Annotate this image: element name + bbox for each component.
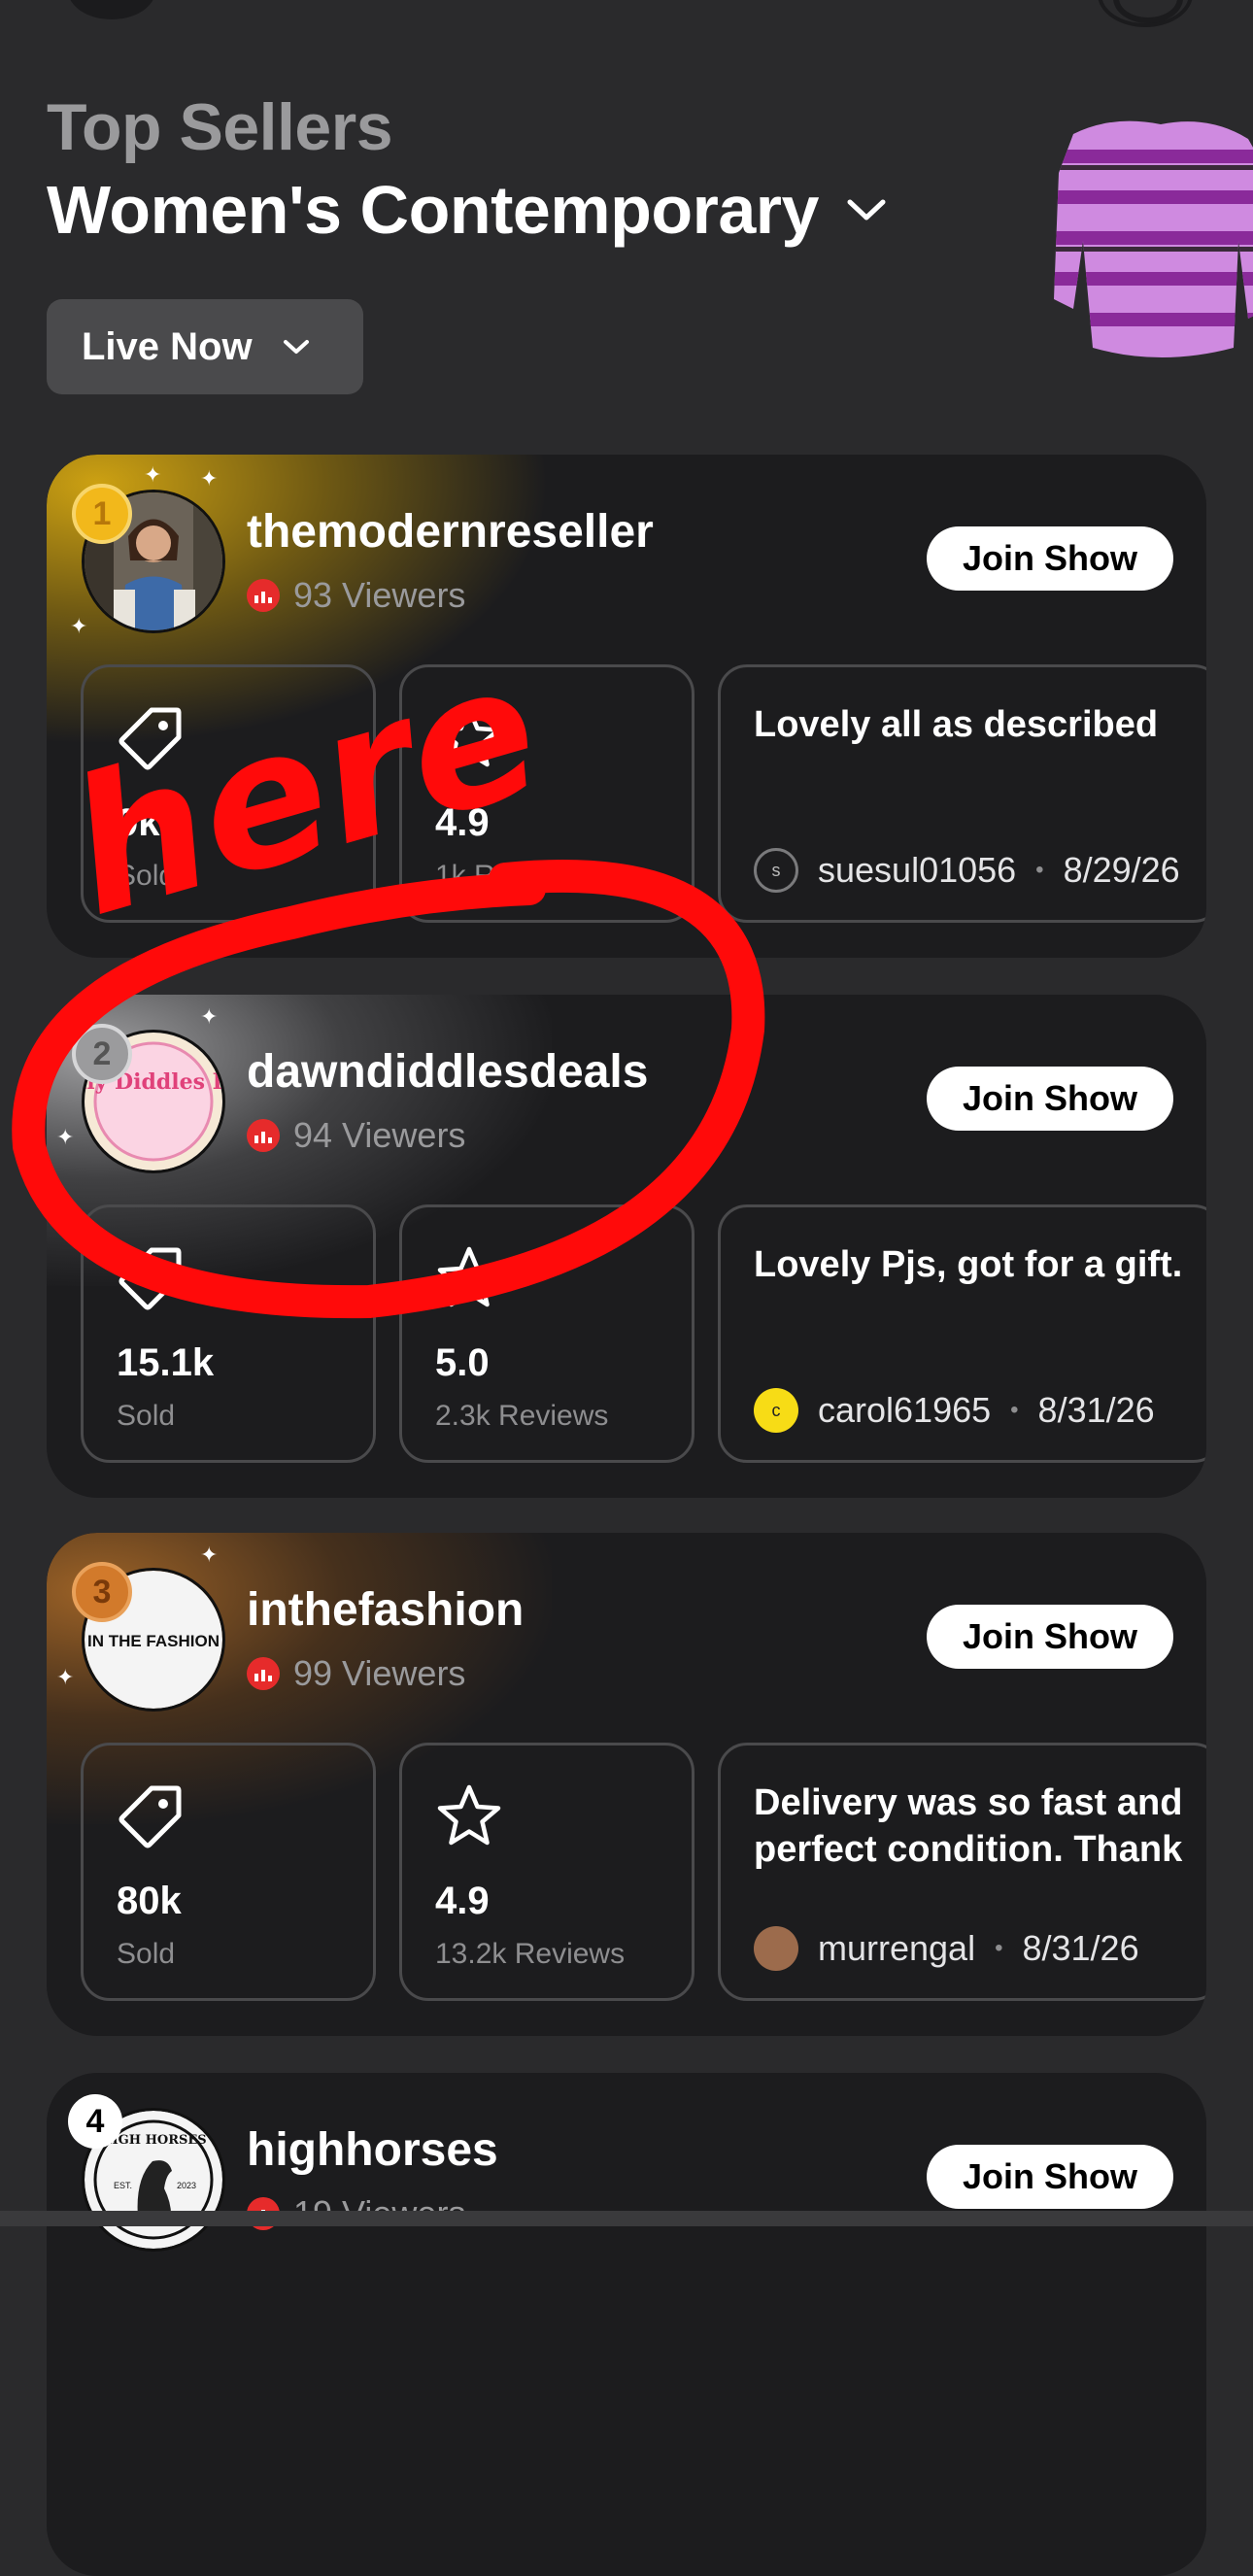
viewer-text: 99 Viewers <box>293 1653 466 1693</box>
sold-label: Sold <box>117 1938 176 1970</box>
share-button[interactable] <box>1098 0 1193 27</box>
sold-value: 15.1k <box>117 1341 215 1384</box>
seller-card[interactable]: ✦ ✦ IN THE FASHION 3 inthefashion 99 Vie… <box>47 1533 1206 2036</box>
separator-dot: • <box>1035 857 1044 883</box>
join-show-button[interactable]: Join Show <box>927 1605 1173 1669</box>
star-icon <box>437 1246 501 1307</box>
seller-name[interactable]: highhorses <box>247 2123 498 2177</box>
separator-dot: • <box>1010 1397 1019 1423</box>
rating-value: 4.9 <box>435 1880 490 1922</box>
sparkle-icon: ✦ <box>200 1004 219 1029</box>
review-text: Lovely all as described <box>754 704 1159 745</box>
chevron-down-icon <box>283 340 309 354</box>
reviewer-avatar: c <box>754 1388 798 1433</box>
review-date: 8/29/26 <box>1063 850 1180 890</box>
review-count: 1k Reviews <box>435 860 585 892</box>
sold-value: 80k <box>117 1880 182 1922</box>
join-show-button[interactable]: Join Show <box>927 526 1173 591</box>
review-author: c carol61965 • 8/31/26 <box>754 1388 1155 1433</box>
live-icon <box>247 1657 280 1690</box>
seller-name[interactable]: inthefashion <box>247 1583 524 1637</box>
star-icon <box>437 1784 501 1846</box>
seller-name[interactable]: dawndiddlesdeals <box>247 1045 648 1099</box>
sold-stat: 15.1k Sold <box>81 1204 376 1463</box>
seller-card[interactable]: ✦ ✦ Dawny Diddles Deals 2 dawndiddlesdea… <box>47 995 1206 1498</box>
sold-value: 9k <box>117 801 160 844</box>
rank-badge: 1 <box>72 484 132 544</box>
review-text: Delivery was so fast and perfect conditi… <box>754 1782 1183 1870</box>
viewer-text: 94 Viewers <box>293 1115 466 1155</box>
rank-badge: 2 <box>72 1024 132 1084</box>
logo-text: IN THE FASHION <box>87 1632 220 1650</box>
bottom-edge <box>0 2211 1253 2226</box>
star-icon <box>437 706 501 767</box>
sweater-illustration <box>1054 120 1253 357</box>
viewer-count: 99 Viewers <box>247 1653 465 1694</box>
rating-value: 4.9 <box>435 801 490 844</box>
rating-stat: 4.9 13.2k Reviews <box>399 1743 694 2001</box>
viewer-count: 94 Viewers <box>247 1115 465 1156</box>
reviewer-name: carol61965 <box>818 1390 992 1430</box>
sparkle-icon: ✦ <box>56 1125 75 1149</box>
reviewer-name: murrengal <box>818 1928 976 1968</box>
seller-name[interactable]: themodernreseller <box>247 505 654 559</box>
reviewer-avatar: s <box>754 848 798 893</box>
review-text: Lovely Pjs, got for a gift. <box>754 1244 1183 1285</box>
viewer-text: 93 Viewers <box>293 575 466 615</box>
reviewer-avatar <box>754 1926 798 1971</box>
filter-label: Live Now <box>82 324 253 368</box>
sold-label: Sold <box>117 1400 176 1432</box>
sparkle-icon: ✦ <box>144 462 162 487</box>
sparkle-icon: ✦ <box>56 1665 75 1689</box>
category-title: Women's Contemporary <box>47 172 819 248</box>
category-selector[interactable]: Women's Contemporary <box>47 171 889 249</box>
review-card[interactable]: Lovely Pjs, got for a gift. c carol61965… <box>718 1204 1206 1463</box>
live-now-filter[interactable]: Live Now <box>47 299 363 394</box>
sparkle-icon: ✦ <box>200 1542 219 1567</box>
tag-icon <box>119 1247 182 1310</box>
tag-icon <box>119 707 182 770</box>
viewer-count: 93 Viewers <box>247 575 465 616</box>
tag-icon <box>119 1785 182 1848</box>
review-date: 8/31/26 <box>1022 1928 1139 1968</box>
join-show-button[interactable]: Join Show <box>927 2145 1173 2209</box>
back-button[interactable] <box>68 0 155 19</box>
logo-year: 2023 <box>177 2181 196 2190</box>
review-count: 2.3k Reviews <box>435 1400 609 1432</box>
sparkle-icon: ✦ <box>70 614 88 638</box>
review-count: 13.2k Reviews <box>435 1938 626 1970</box>
review-author: murrengal • 8/31/26 <box>754 1926 1139 1971</box>
live-icon <box>247 1119 280 1152</box>
reviewer-name: suesul01056 <box>818 850 1017 890</box>
live-icon <box>247 579 280 612</box>
rank-badge: 4 <box>68 2094 122 2149</box>
rating-stat: 5.0 2.3k Reviews <box>399 1204 694 1463</box>
chevron-down-icon <box>847 199 886 220</box>
sold-label: Sold <box>117 860 176 892</box>
review-card[interactable]: Delivery was so fast and perfect conditi… <box>718 1743 1206 2001</box>
page-subtitle: Top Sellers <box>47 90 393 164</box>
review-author: s suesul01056 • 8/29/26 <box>754 848 1180 893</box>
seller-card[interactable]: ✦ ✦ ✦ 1 themodernreseller 93 Viewers Joi… <box>47 455 1206 958</box>
sparkle-icon: ✦ <box>200 466 219 491</box>
rating-value: 5.0 <box>435 1341 490 1384</box>
review-card[interactable]: Lovely all as described s suesul01056 • … <box>718 664 1206 923</box>
join-show-button[interactable]: Join Show <box>927 1067 1173 1131</box>
sold-stat: 80k Sold <box>81 1743 376 2001</box>
logo-est: EST. <box>114 2181 132 2190</box>
rating-stat: 4.9 1k Reviews <box>399 664 694 923</box>
rank-badge: 3 <box>72 1562 132 1622</box>
seller-card[interactable]: HIGH HORSES EST. 2023 4 highhorses 19 Vi… <box>47 2073 1206 2576</box>
sold-stat: 9k Sold <box>81 664 376 923</box>
review-date: 8/31/26 <box>1037 1390 1155 1430</box>
separator-dot: • <box>995 1935 1003 1961</box>
